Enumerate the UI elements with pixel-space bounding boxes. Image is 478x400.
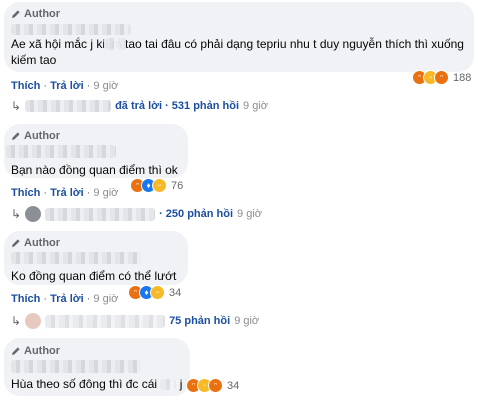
comment-text-3: Ko đồng quan điểm có thể lướt xyxy=(11,269,177,283)
view-replies-2[interactable]: ↳ · 250 phản hồi 9 giờ xyxy=(11,206,262,222)
comment-author-1[interactable]: Author xyxy=(11,8,60,20)
like-link[interactable]: Thích xyxy=(11,80,40,92)
comment-author-3[interactable]: Author xyxy=(11,237,60,249)
reaction-summary-4[interactable]: ᵔ ᵕ ᵔ 34 xyxy=(186,378,239,393)
angry-icon: ᵔ xyxy=(208,378,223,393)
redacted-replier xyxy=(45,207,156,221)
view-replies-1[interactable]: ↳ đã trả lời · 531 phản hồi 9 giờ xyxy=(11,99,268,113)
redacted-name xyxy=(11,252,141,264)
reaction-count: 34 xyxy=(227,379,240,392)
reply-summary: 75 phản hồi xyxy=(169,315,231,327)
redacted-word xyxy=(104,38,126,50)
comment-text-body: Hùa theo số đông thì đc cái xyxy=(11,377,158,391)
reaction-count: 34 xyxy=(169,286,182,299)
comment-author-4[interactable]: Author xyxy=(11,345,60,357)
author-label: Author xyxy=(24,237,61,249)
redacted-name xyxy=(11,24,131,35)
pencil-icon xyxy=(12,10,20,18)
author-label: Author xyxy=(24,130,61,142)
reply-timestamp: 9 giờ xyxy=(237,208,262,220)
comment-actions-2: Thích · Trả lời · 9 giờ xyxy=(11,187,119,199)
like-link[interactable]: Thích xyxy=(11,187,40,199)
reply-arrow-icon: ↳ xyxy=(11,99,22,113)
reply-arrow-icon: ↳ xyxy=(11,207,22,221)
reply-summary: đã trả lời · 531 phản hồi xyxy=(115,100,240,112)
replier-avatar xyxy=(25,313,42,329)
like-link[interactable]: Thích xyxy=(11,293,40,305)
comment-text-1: Ae xã hội mắc j kiếm tao tai đâu có phải… xyxy=(11,37,464,67)
pencil-icon xyxy=(12,347,20,355)
comment-author-2[interactable]: Author xyxy=(11,130,60,142)
comment-actions-1: Thích · Trả lời · 9 giờ xyxy=(11,80,119,92)
pencil-icon xyxy=(12,239,20,247)
reaction-count: 188 xyxy=(453,71,472,84)
replier-avatar xyxy=(25,206,42,222)
angry-icon: ᵔ xyxy=(434,70,449,85)
reaction-count: 76 xyxy=(171,179,184,192)
haha-icon: ᵕ xyxy=(150,285,165,300)
reply-timestamp: 9 giờ xyxy=(234,315,260,327)
reply-link[interactable]: Trả lời xyxy=(50,80,84,92)
redacted-replier xyxy=(25,100,112,112)
comment-actions-3: Thích · Trả lời · 9 giờ xyxy=(11,293,119,305)
redacted-word xyxy=(160,379,177,391)
timestamp[interactable]: 9 giờ xyxy=(93,80,118,92)
timestamp[interactable]: 9 giờ xyxy=(93,187,118,199)
redacted-name xyxy=(6,145,116,158)
author-label: Author xyxy=(24,345,61,357)
view-replies-3[interactable]: ↳ 75 phản hồi 9 giờ xyxy=(11,313,259,329)
comment-text-tail: j xyxy=(179,377,183,391)
comment-text-4: Hùa theo số đông thì đc cái j xyxy=(11,376,182,392)
redacted-replier xyxy=(45,314,166,328)
comment-text-2: Bạn nào đồng quan điểm thì ok xyxy=(11,163,178,177)
redacted-name xyxy=(11,360,141,373)
reaction-summary-2[interactable]: ᵔ ♦ ᵕ 76 xyxy=(130,178,183,193)
pencil-icon xyxy=(12,132,20,140)
reaction-summary-1[interactable]: ᵔ ᵕ ᵔ 188 xyxy=(412,70,471,85)
reply-link[interactable]: Trả lời xyxy=(50,187,84,199)
haha-icon: ᵕ xyxy=(152,178,167,193)
reply-arrow-icon: ↳ xyxy=(11,314,22,328)
reply-link[interactable]: Trả lời xyxy=(50,293,84,305)
author-label: Author xyxy=(24,8,61,20)
reply-summary: · 250 phản hồi xyxy=(159,208,234,220)
reaction-summary-3[interactable]: ᵔ ♦ ᵕ 34 xyxy=(128,285,181,300)
timestamp[interactable]: 9 giờ xyxy=(93,293,118,305)
reply-timestamp: 9 giờ xyxy=(243,100,268,112)
